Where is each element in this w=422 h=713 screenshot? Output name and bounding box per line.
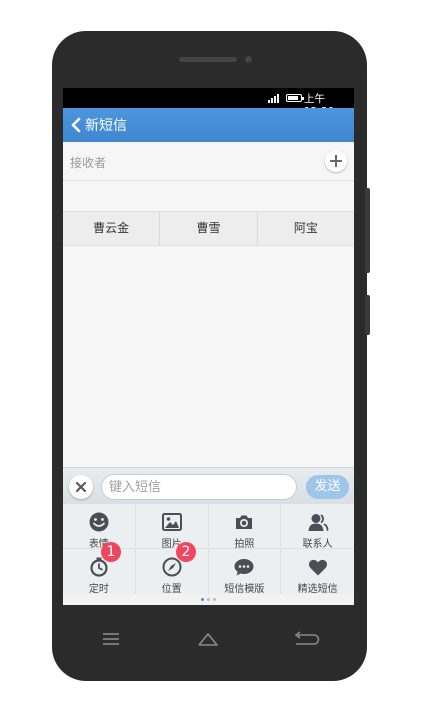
page-title: 新短信 [85, 118, 127, 134]
recipient-row[interactable]: 接收者 [63, 142, 354, 181]
volume-button[interactable] [365, 188, 370, 273]
contact-item[interactable]: 阿宝 [258, 212, 354, 245]
tool-label: 定时 [88, 584, 109, 595]
recipient-label: 接收者 [70, 156, 107, 170]
badge-schedule-count: 1 [101, 542, 121, 562]
tool-featured[interactable]: 精选短信 [281, 549, 354, 595]
page-indicator [63, 594, 354, 605]
heart-icon [308, 559, 327, 576]
chat-bubble-icon [234, 559, 254, 576]
power-button[interactable] [365, 295, 370, 335]
compose-bar: 发送 [63, 467, 354, 504]
camera-icon [236, 515, 253, 529]
image-icon [161, 513, 182, 531]
contact-suggestions: 曹云金 曹雪 阿宝 [63, 211, 354, 246]
page-dot [213, 598, 216, 601]
title-bar: 新短信 [63, 108, 354, 142]
front-camera [245, 56, 252, 63]
page-dot [207, 598, 210, 601]
back-icon[interactable] [292, 631, 320, 647]
contacts-icon [308, 514, 329, 531]
tool-label: 表情 [88, 539, 109, 550]
screen: 上午12:30 新短信 接收者 曹云金 曹雪 阿宝 发送 [63, 88, 354, 605]
add-recipient-button[interactable] [325, 150, 347, 172]
battery-icon [286, 94, 304, 102]
menu-icon[interactable] [102, 632, 120, 646]
signal-icon [268, 93, 279, 103]
tool-label: 拍照 [234, 539, 255, 550]
home-icon[interactable] [197, 631, 219, 647]
tool-image[interactable]: 图片 [135, 504, 209, 550]
tool-templates[interactable]: 短信模版 [209, 549, 282, 595]
smiley-icon [89, 512, 109, 532]
tool-location[interactable]: 位置 [136, 549, 209, 595]
tool-camera[interactable]: 拍照 [208, 504, 282, 550]
tool-schedule[interactable]: 定时 [63, 549, 136, 595]
tool-label: 联系人 [302, 539, 333, 550]
tool-emoji[interactable]: 表情 [63, 504, 136, 550]
send-button[interactable]: 发送 [306, 475, 349, 499]
phone-frame: 上午12:30 新短信 接收者 曹云金 曹雪 阿宝 发送 [52, 31, 370, 681]
badge-location-count: 2 [176, 542, 196, 562]
tool-label: 精选短信 [297, 584, 338, 595]
message-input[interactable] [101, 474, 297, 500]
page-dot [201, 598, 204, 601]
earpiece-speaker [179, 57, 237, 62]
close-icon [75, 481, 87, 493]
status-bar: 上午12:30 [63, 88, 354, 118]
tool-label: 短信模版 [224, 584, 265, 595]
contact-item[interactable]: 曹雪 [160, 212, 258, 245]
clear-button[interactable] [69, 475, 93, 499]
tool-contacts[interactable]: 联系人 [281, 504, 354, 550]
attachment-panel: 表情 图片 拍照 联系人 定时 位置 短信模版 精选短信 1 2 [63, 504, 354, 595]
contact-item[interactable]: 曹云金 [63, 212, 161, 245]
tool-label: 图片 [161, 539, 182, 550]
tool-label: 位置 [161, 584, 182, 595]
back-arrow-icon[interactable] [69, 116, 83, 134]
